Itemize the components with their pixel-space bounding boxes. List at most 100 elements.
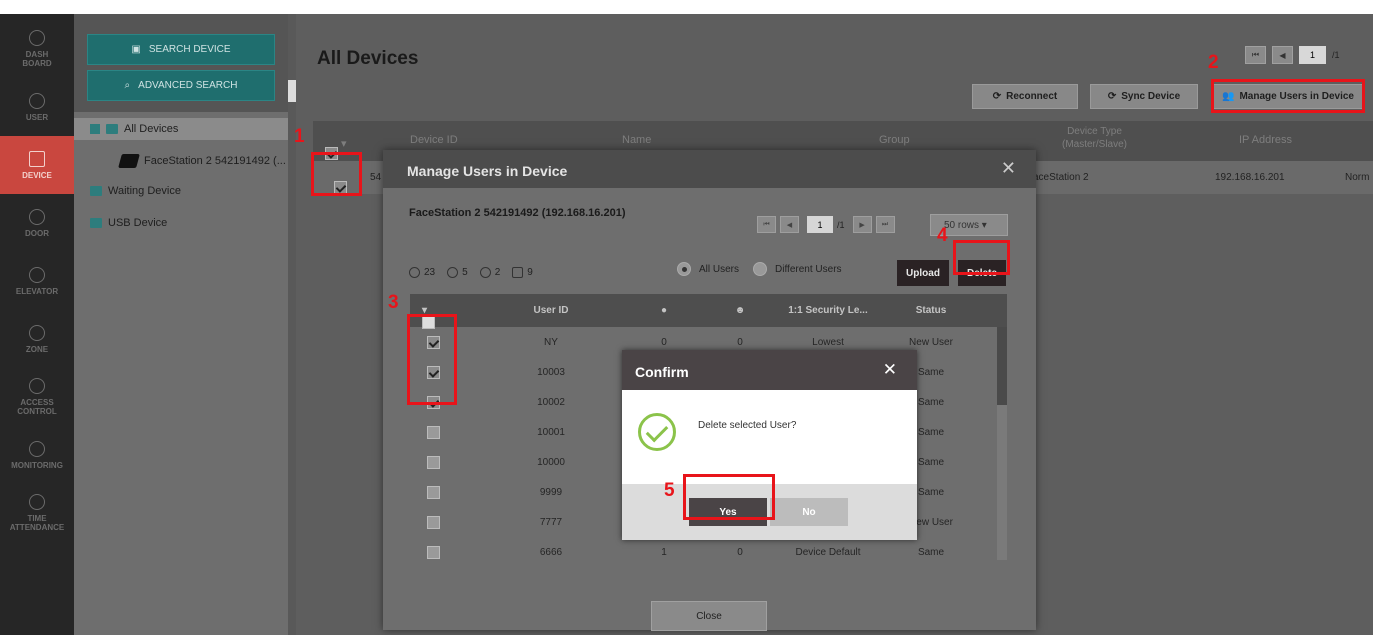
row-checkbox[interactable] — [427, 426, 440, 439]
tree-item-waiting-device[interactable]: Waiting Device — [90, 180, 181, 202]
sync-device-button[interactable]: ⟳ Sync Device — [1090, 84, 1198, 109]
user-icon — [29, 92, 45, 109]
different-users-label: Different Users — [775, 263, 842, 275]
annotation-number-3: 3 — [388, 292, 399, 313]
dialog-title: Manage Users in Device — [383, 150, 1036, 188]
column-ip-address[interactable]: IP Address — [1239, 134, 1292, 146]
column-device-id[interactable]: Device ID — [410, 134, 458, 146]
nav-monitoring[interactable]: MONITORING — [0, 426, 74, 484]
nav-label: DOOR — [25, 228, 49, 238]
nav-label: MONITORING — [11, 460, 63, 470]
nav-label: ZONE — [25, 344, 49, 354]
tree-item-usb-device[interactable]: USB Device — [90, 212, 167, 234]
collapse-panel-handle[interactable] — [288, 80, 296, 102]
check-circle-icon — [638, 413, 676, 451]
next-page-button[interactable]: ▶ — [852, 216, 872, 233]
user-id-cell: 10002 — [537, 397, 565, 408]
user-filter: All Users Different Users — [677, 262, 842, 276]
nav-elevator[interactable]: ELEVATOR — [0, 252, 74, 310]
close-button[interactable]: Close — [651, 601, 767, 631]
different-users-radio[interactable] — [753, 262, 768, 276]
table-row[interactable]: 6666 1 0 Device Default Same — [410, 537, 995, 560]
users-table-header: ▾ User ID ● ☻ 1:1 Security Le... Status — [410, 294, 1007, 329]
nav-dashboard[interactable]: DASH BOARD — [0, 20, 74, 78]
select-all-checkbox[interactable]: ▾ — [325, 134, 347, 160]
user-id-cell: 10003 — [537, 367, 565, 378]
dialog-pager: ⏮ ◀ 1 /1 ▶ ⏭ — [757, 216, 895, 233]
upload-button[interactable]: Upload — [897, 260, 949, 286]
user-id-cell: 10000 — [537, 457, 565, 468]
time-attendance-icon — [29, 494, 45, 510]
annotation-number-4: 4 — [937, 225, 948, 246]
user-stats: 23 5 2 9 — [409, 267, 533, 278]
row-ip-address: 192.168.16.201 — [1215, 172, 1285, 183]
card-icon — [512, 267, 524, 278]
annotation-number-2: 2 — [1208, 52, 1219, 73]
row-checkbox[interactable] — [427, 546, 440, 559]
prev-page-button[interactable]: ◀ — [1272, 46, 1293, 64]
nav-label: DASH BOARD — [22, 50, 52, 68]
last-page-button[interactable]: ⏭ — [875, 216, 895, 233]
reconnect-button[interactable]: ⟳ Reconnect — [972, 84, 1078, 109]
stat-faces: 2 — [479, 267, 500, 278]
nav-door[interactable]: DOOR — [0, 194, 74, 252]
first-page-button[interactable]: ⏮ — [757, 216, 776, 233]
nav-user[interactable]: USER — [0, 78, 74, 136]
search-device-button[interactable]: ▣ SEARCH DEVICE — [87, 34, 275, 65]
tree-item-all-devices[interactable]: All Devices — [74, 118, 288, 140]
row-checkbox[interactable] — [427, 516, 440, 529]
security-level-cell: Device Default — [795, 547, 861, 558]
search-device-icon: ▣ — [131, 44, 141, 55]
column-status[interactable]: Status — [896, 305, 966, 316]
tree-item-label: Waiting Device — [108, 185, 181, 197]
checkbox-icon — [90, 124, 100, 134]
face-count-cell: 0 — [737, 337, 743, 348]
confirm-message: Delete selected User? — [698, 420, 797, 431]
advanced-search-label: ADVANCED SEARCH — [138, 80, 238, 91]
scrollbar-thumb[interactable] — [997, 327, 1007, 405]
stat-users-value: 23 — [424, 267, 436, 278]
annotation-number-1: 1 — [294, 126, 305, 147]
page-number[interactable]: 1 — [807, 216, 833, 233]
column-user-id[interactable]: User ID — [521, 305, 581, 316]
first-page-button[interactable]: ⏮ — [1245, 46, 1266, 64]
close-icon[interactable]: ✕ — [1001, 158, 1016, 179]
monitoring-icon — [29, 440, 45, 457]
column-name[interactable]: Name — [622, 134, 651, 146]
device-tree-panel: ▣ SEARCH DEVICE ⌕ ADVANCED SEARCH All Devi… — [74, 14, 288, 635]
row-checkbox[interactable] — [427, 486, 440, 499]
prev-page-button[interactable]: ◀ — [780, 216, 799, 233]
chevron-down-icon: ▾ — [981, 220, 987, 231]
column-security-level[interactable]: 1:1 Security Le... — [778, 305, 878, 316]
folder-icon — [106, 124, 118, 134]
device-icon — [29, 150, 45, 167]
row-status: Norm — [1345, 172, 1370, 183]
advanced-search-button[interactable]: ⌕ ADVANCED SEARCH — [87, 70, 275, 101]
page-number[interactable]: 1 — [1299, 46, 1326, 64]
nav-label: TIME ATTENDANCE — [9, 514, 65, 532]
refresh-icon: ⟳ — [1107, 91, 1117, 102]
dashboard-icon — [29, 30, 45, 46]
folder-icon — [90, 218, 102, 228]
column-device-type[interactable]: Device Type (Master/Slave) — [1062, 125, 1127, 151]
nav-label: DEVICE — [22, 170, 52, 180]
stat-users: 23 — [409, 267, 435, 278]
device-terminal-icon — [118, 154, 140, 168]
all-users-radio[interactable] — [677, 262, 691, 276]
nav-access-control[interactable]: ACCESS CONTROL — [0, 368, 74, 426]
door-icon — [29, 208, 45, 225]
close-icon[interactable]: ✕ — [883, 360, 897, 380]
nav-time-attendance[interactable]: TIME ATTENDANCE — [0, 484, 74, 542]
nav-device[interactable]: DEVICE — [0, 136, 74, 194]
annotation-box-1 — [311, 152, 362, 196]
row-checkbox[interactable] — [427, 456, 440, 469]
tree-item-label: USB Device — [108, 217, 168, 229]
page-total: /1 — [1332, 50, 1340, 60]
column-group[interactable]: Group — [879, 134, 910, 146]
nav-zone[interactable]: ZONE — [0, 310, 74, 368]
top-pager: ⏮ ◀ 1 /1 — [1245, 46, 1340, 64]
annotation-box-5 — [683, 474, 775, 520]
no-button[interactable]: No — [770, 498, 848, 526]
tree-item-facestation[interactable]: FaceStation 2 542191492 (... — [118, 150, 286, 172]
annotation-box-3 — [407, 314, 457, 405]
